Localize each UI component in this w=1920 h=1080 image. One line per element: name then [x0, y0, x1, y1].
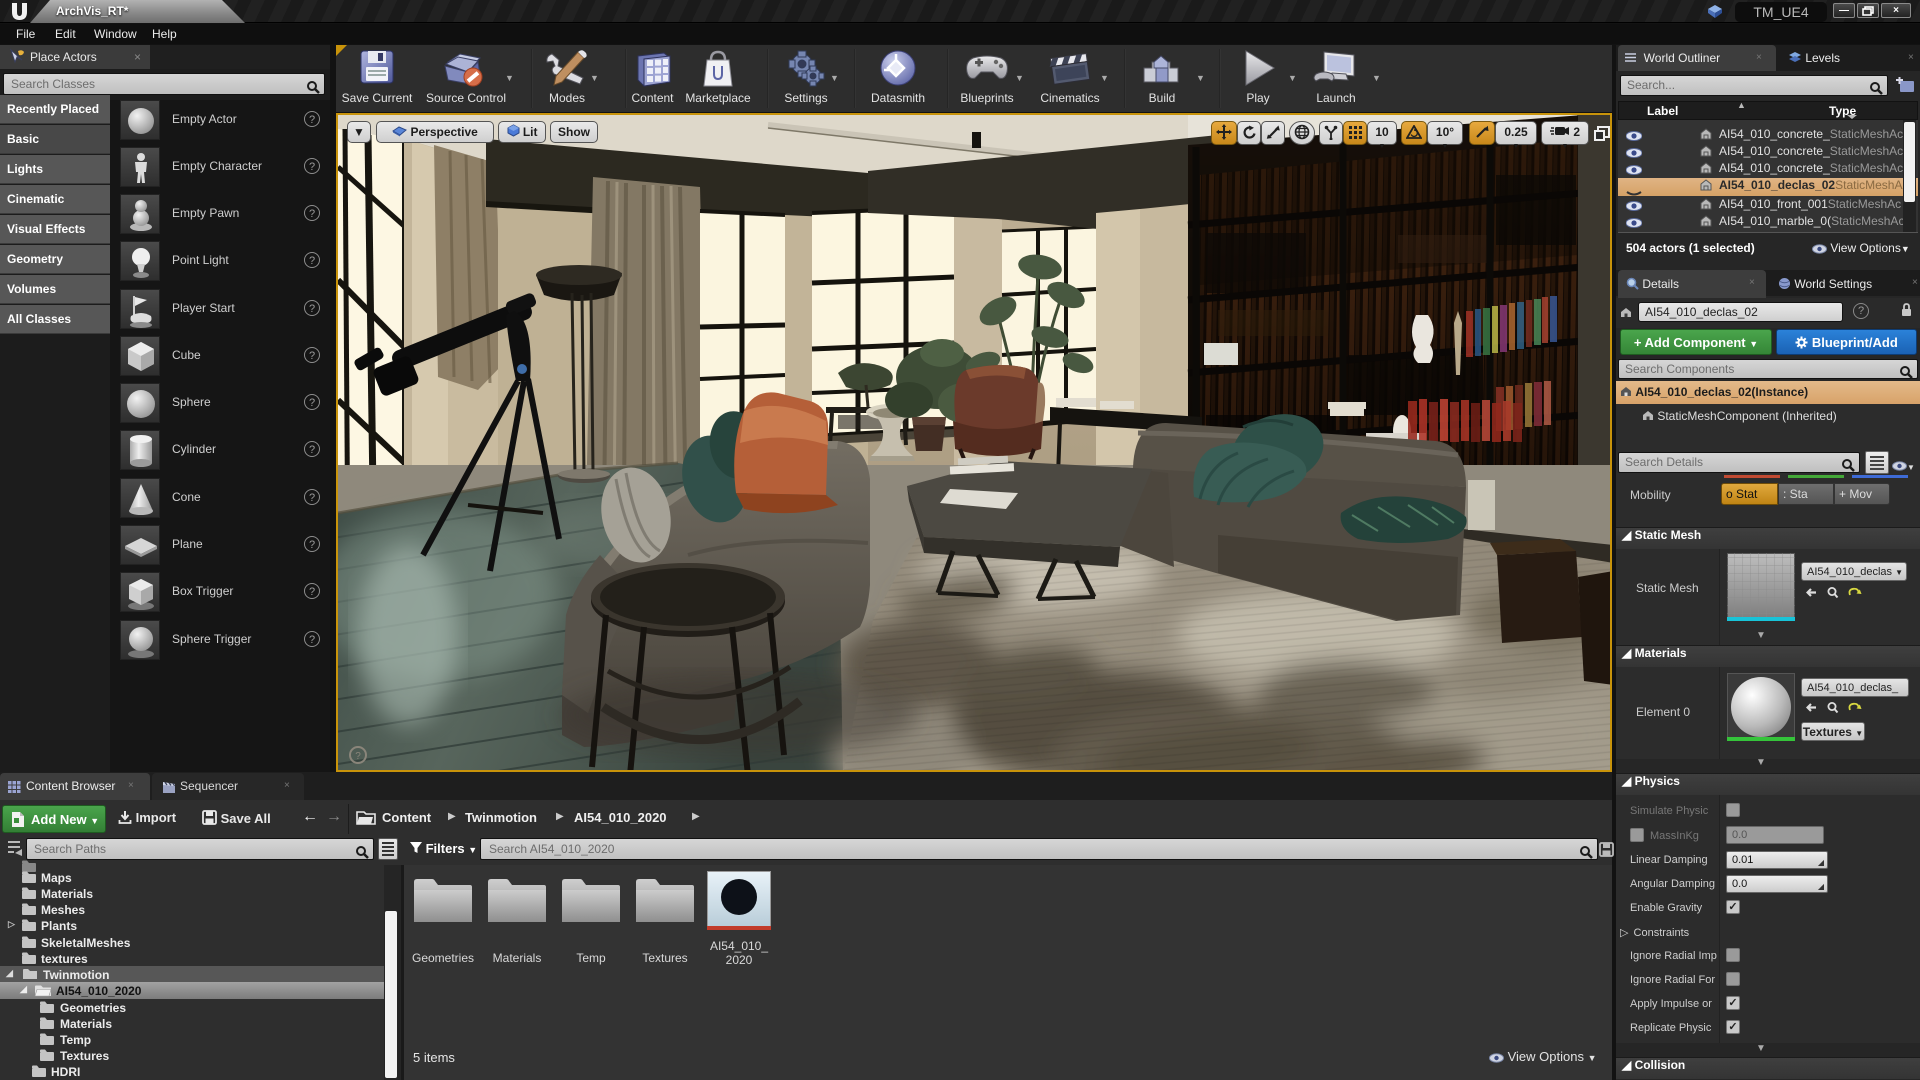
- svg-text:?: ?: [355, 751, 361, 762]
